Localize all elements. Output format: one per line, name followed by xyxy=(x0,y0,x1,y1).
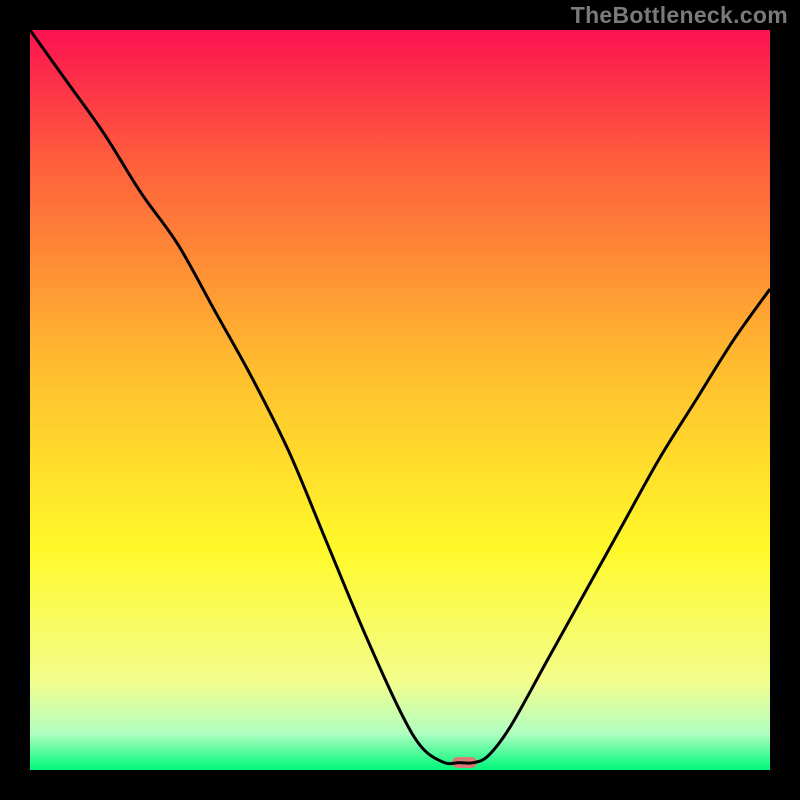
plot-area xyxy=(30,30,770,770)
chart-frame: TheBottleneck.com xyxy=(0,0,800,800)
bottleneck-curve xyxy=(30,30,770,770)
watermark-text: TheBottleneck.com xyxy=(571,2,788,29)
